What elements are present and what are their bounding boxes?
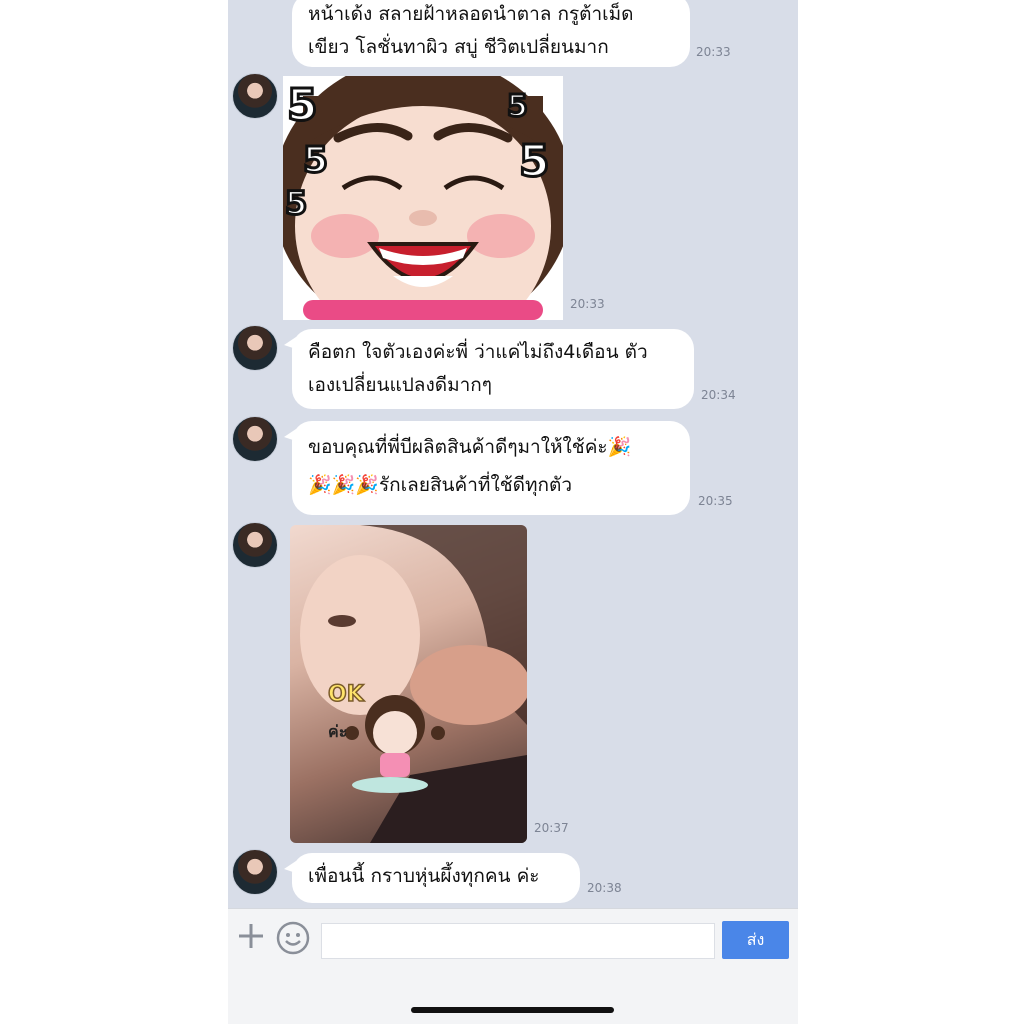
avatar[interactable] <box>232 73 278 119</box>
send-button[interactable]: ส่ง <box>722 921 789 959</box>
message-time: 20:33 <box>570 297 605 311</box>
plus-icon[interactable] <box>236 921 266 951</box>
chat-screen: หน้าเด้ง สลายฝ้าหลอดนำตาล กรูต้าเม็ด เขี… <box>228 0 798 1024</box>
message-time: 20:34 <box>701 388 736 402</box>
avatar[interactable] <box>232 416 278 462</box>
sticker-text: OK <box>328 682 365 707</box>
message-time: 20:35 <box>698 494 733 508</box>
message-time: 20:33 <box>696 45 731 59</box>
message-bubble[interactable]: ขอบคุณที่พี่บีผลิตสินค้าดีๆมาให้ใช้ค่ะ🎉 … <box>284 421 690 515</box>
sticker-text: 5 <box>519 136 550 187</box>
message-bubble[interactable]: เพื่อนนี้ กราบหุ่นผึ้งทุกคน ค่ะ <box>284 853 580 903</box>
sticker-text: 5 <box>303 140 328 181</box>
avatar[interactable] <box>232 849 278 895</box>
avatar[interactable] <box>232 325 278 371</box>
message-time: 20:37 <box>534 821 569 835</box>
avatar[interactable] <box>232 522 278 568</box>
sticker-text: 5 <box>287 80 318 131</box>
selfie-with-ok-sticker[interactable]: OK ค่ะ <box>290 525 527 843</box>
sticker-text: 5 <box>285 184 307 222</box>
emoji-icon[interactable] <box>276 921 310 955</box>
message-time: 20:38 <box>587 881 622 895</box>
laughing-girl-sticker[interactable]: 5 5 5 5 5 <box>283 76 563 320</box>
message-input[interactable] <box>321 923 715 959</box>
sticker-text: ค่ะ <box>328 722 347 741</box>
message-bubble[interactable]: คือตก ใจตัวเองค่ะพี่ ว่าแค่ไม่ถึง4เดือน … <box>284 329 694 409</box>
message-input-bar: ส่ง <box>228 908 798 1024</box>
sticker-text: 5 <box>507 89 528 124</box>
home-indicator[interactable] <box>411 1007 614 1013</box>
message-bubble[interactable]: หน้าเด้ง สลายฝ้าหลอดนำตาล กรูต้าเม็ด เขี… <box>292 0 690 67</box>
